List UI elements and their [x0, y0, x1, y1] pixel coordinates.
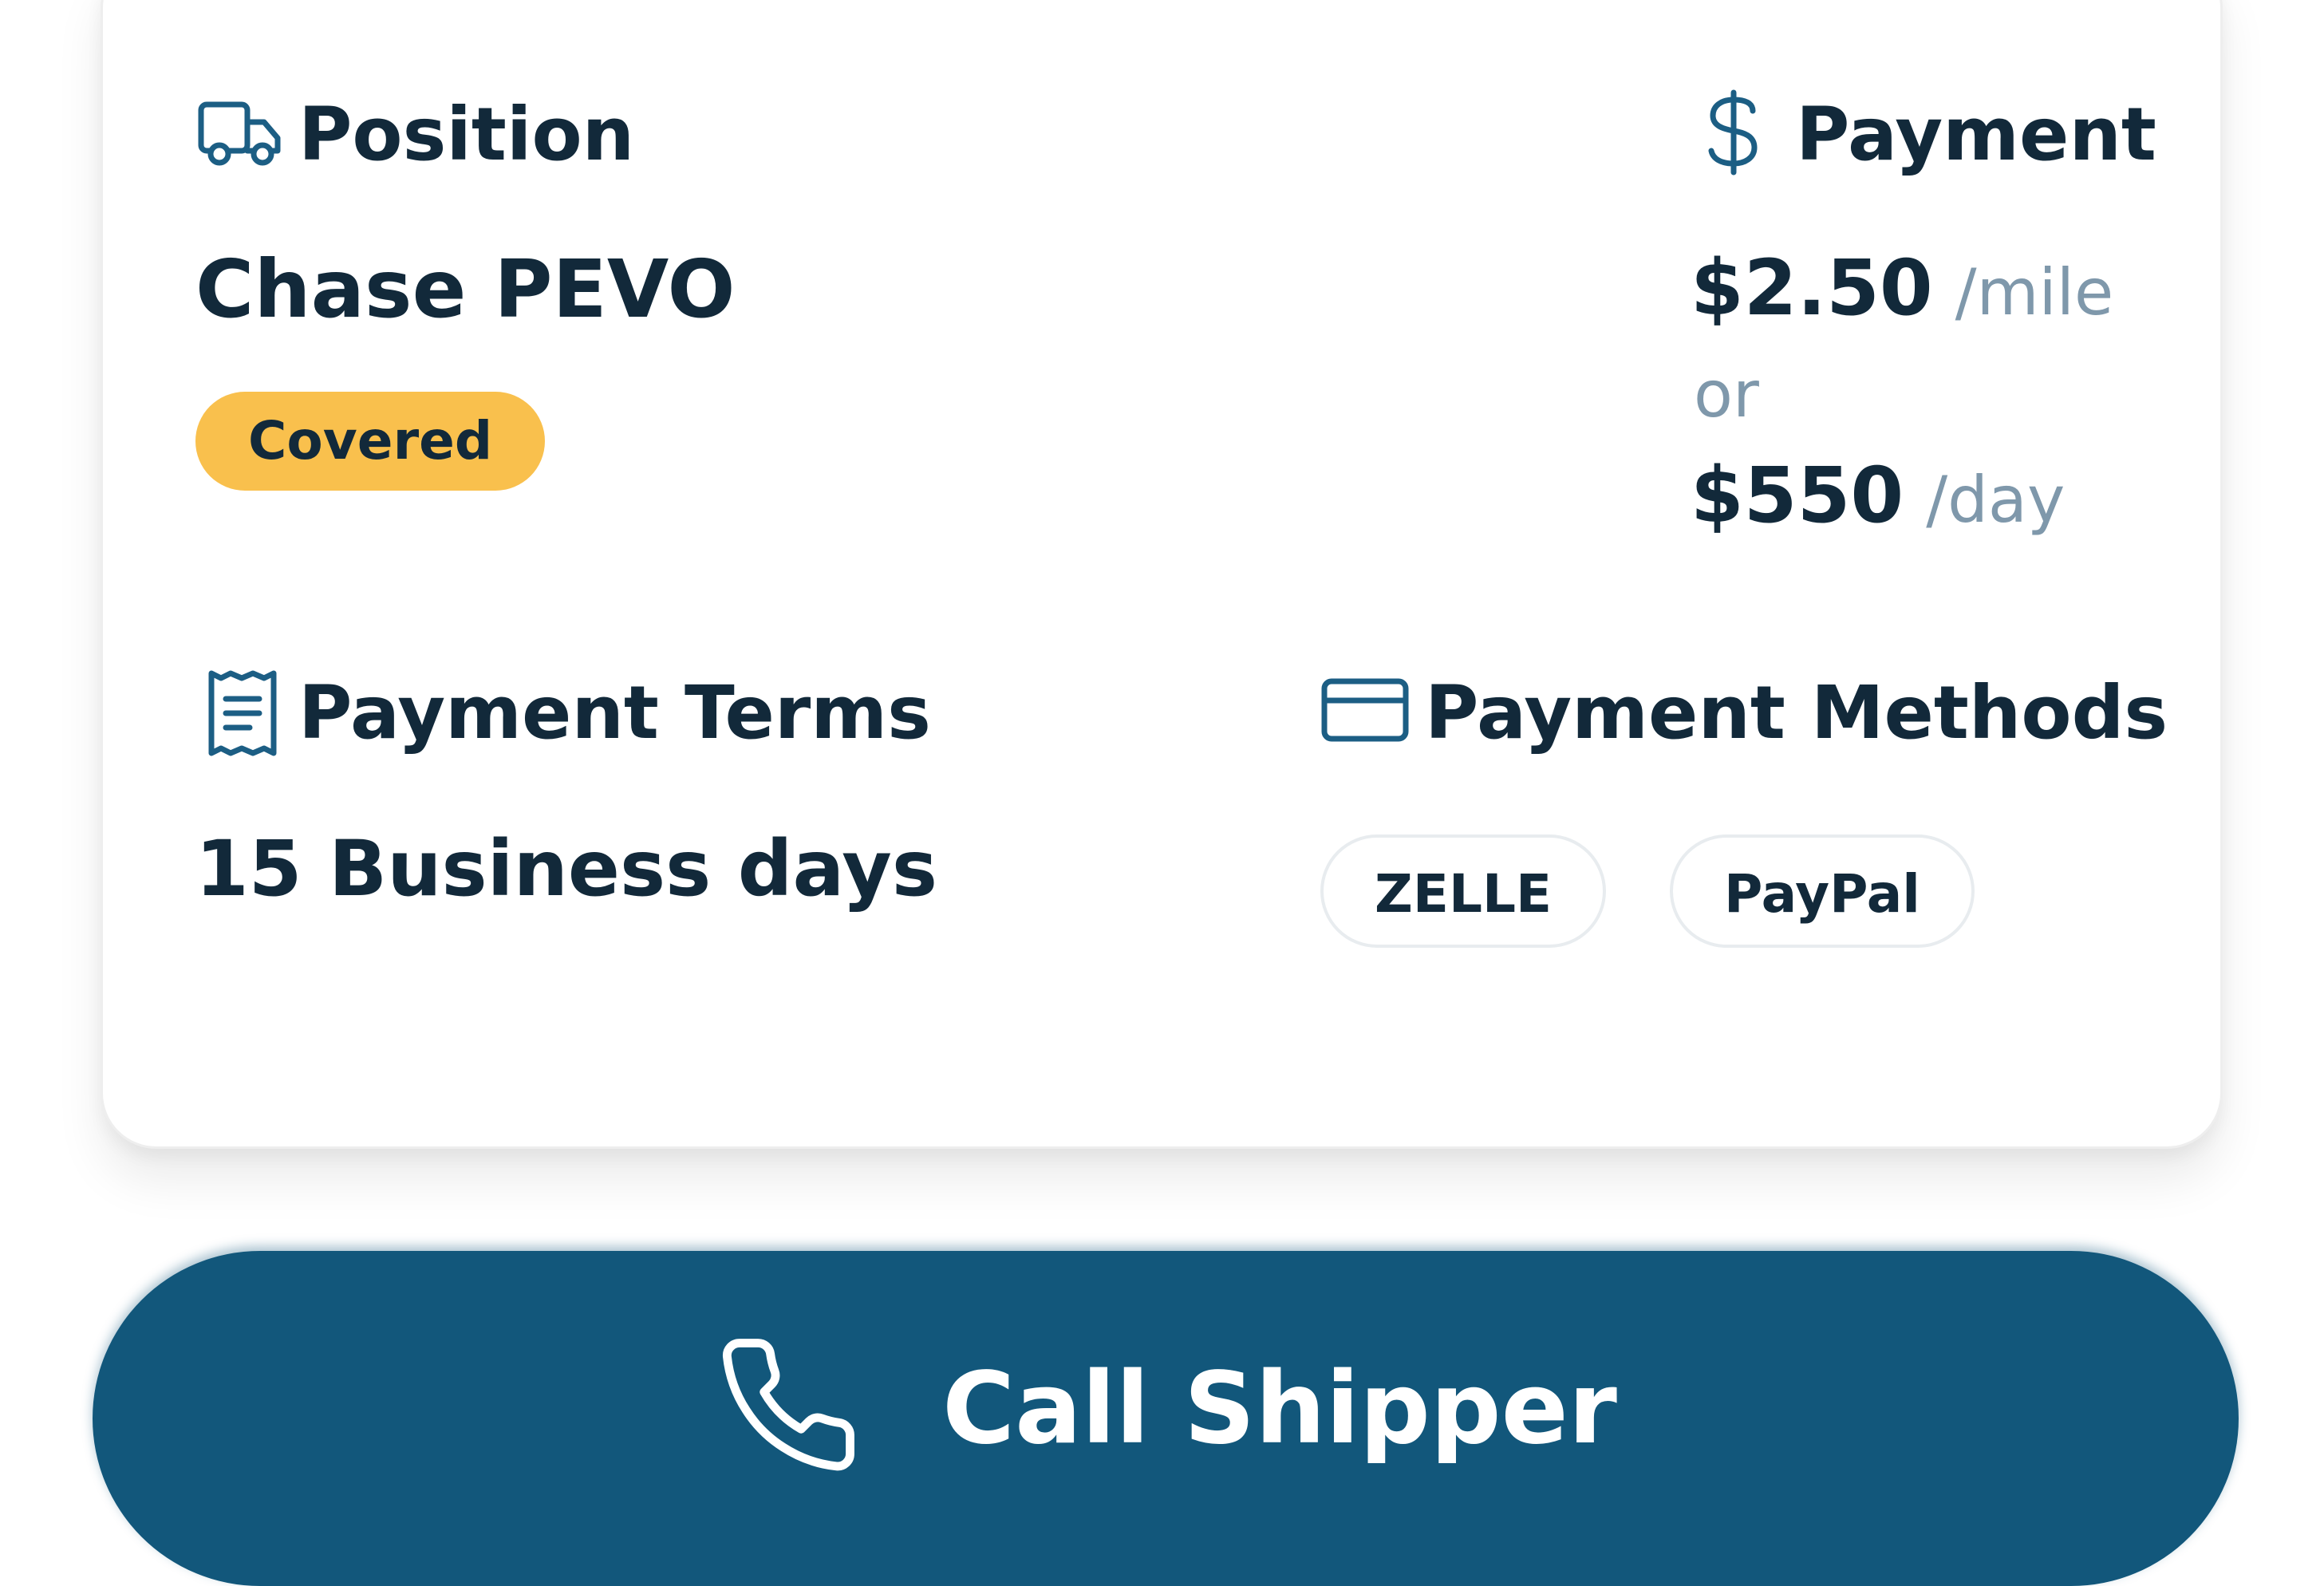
call-shipper-button[interactable]: Call Shipper [93, 1251, 2239, 1586]
payment-method-pill-zelle: ZELLE [1320, 834, 1607, 948]
payment-methods-title: Payment Methods [1425, 670, 2168, 756]
status-badge: Covered [195, 392, 546, 491]
position-title: Position [298, 92, 635, 177]
call-shipper-label: Call Shipper [942, 1351, 1617, 1466]
rate-per-mile-value: $2.50 [1691, 243, 1933, 333]
rate-per-day-unit: /day [1926, 463, 2066, 537]
payment-icon-wrap [1702, 89, 1766, 176]
position-value: Chase PEVO [195, 243, 736, 336]
payment-terms-title: Payment Terms [298, 670, 931, 756]
payment-methods-icon-wrap [1320, 677, 1410, 744]
phone-icon [723, 1339, 855, 1471]
rate-per-mile: $2.50/mile [1691, 250, 2113, 326]
load-details-card: Position Chase PEVO Covered Payment $2.5… [101, 0, 2223, 1149]
position-icon-wrap [197, 98, 283, 170]
receipt-icon [208, 670, 277, 756]
truck-icon [198, 101, 281, 166]
payment-method-pill-paypal: PayPal [1670, 834, 1975, 948]
dollar-icon [1708, 89, 1758, 176]
rate-per-day-value: $550 [1691, 451, 1904, 540]
payment-terms-value: 15 Business days [195, 824, 937, 913]
rate-per-day: $550/day [1691, 457, 2065, 534]
credit-card-icon [1321, 678, 1409, 742]
rate-per-mile-unit: /mile [1955, 255, 2114, 329]
payment-terms-icon-wrap [205, 669, 280, 758]
rate-or-text: or [1694, 357, 1759, 432]
payment-title: Payment [1796, 92, 2156, 177]
